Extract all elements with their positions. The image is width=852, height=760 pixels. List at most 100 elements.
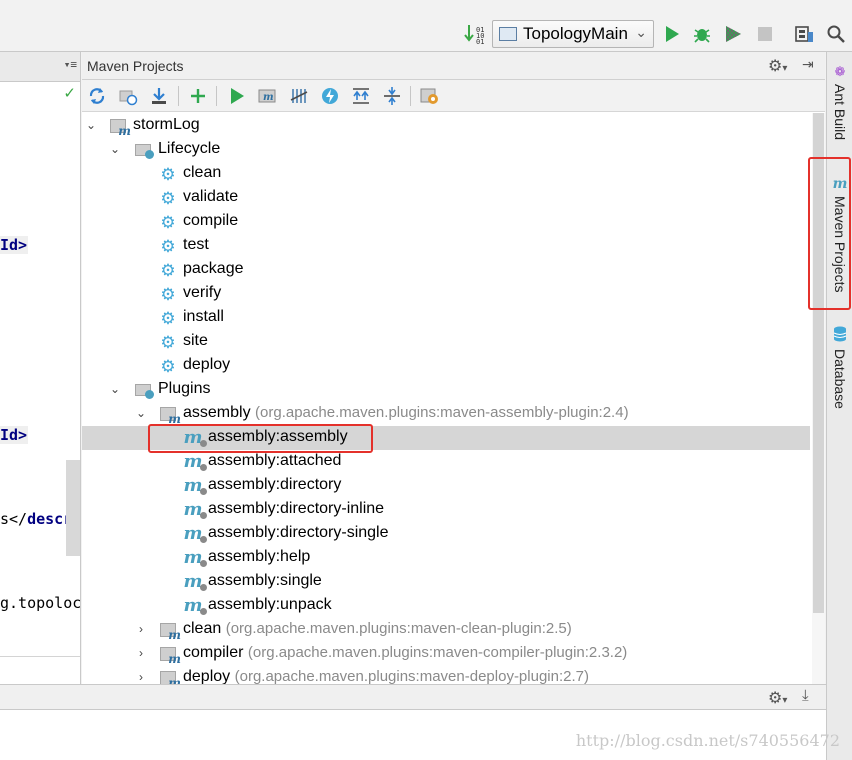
plugin-goal[interactable]: m assembly:directory-inline [82, 498, 810, 522]
ant-icon: ❁ [834, 64, 846, 79]
tab-label: Database [832, 349, 848, 409]
tree-node-plugin[interactable]: › m clean (org.apache.maven.plugins:mave… [82, 618, 810, 642]
chevron-right-icon[interactable]: › [135, 646, 147, 660]
tree-node-label: compile [183, 212, 239, 229]
svg-text:01: 01 [476, 38, 484, 45]
project-structure-icon[interactable] [792, 22, 816, 46]
gear-icon[interactable]: ⚙▾ [768, 688, 787, 708]
sort-icon[interactable]: 01 10 01 [464, 22, 488, 46]
execute-goal-icon[interactable]: m [256, 84, 280, 108]
tree-node-label: verify [183, 284, 222, 301]
code-line: s</descr [0, 510, 72, 528]
lifecycle-phase[interactable]: ⚙ test [82, 234, 810, 258]
maven-goal-icon: m [183, 453, 207, 471]
plugin-name: assembly [183, 404, 251, 421]
plugins-folder-icon [134, 381, 154, 399]
plugin-goal[interactable]: m assembly:unpack [82, 594, 810, 618]
minimize-icon[interactable]: ⤓ [802, 687, 809, 704]
divider [216, 86, 217, 106]
tree-node-project[interactable]: ⌄ m stormLog [82, 114, 810, 138]
hide-panel-icon[interactable]: ⇥ [802, 56, 814, 73]
tree-node-label: compiler (org.apache.maven.plugins:maven… [183, 644, 627, 662]
run-configuration-label: TopologyMain [523, 24, 628, 43]
gear-icon[interactable]: ⚙▾ [768, 56, 787, 76]
maven-settings-icon[interactable] [418, 84, 442, 108]
coverage-icon[interactable] [721, 22, 745, 46]
plugin-goal[interactable]: m assembly:directory [82, 474, 810, 498]
lifecycle-phase[interactable]: ⚙ compile [82, 210, 810, 234]
tree-node-label: validate [183, 188, 239, 205]
tree-node-lifecycle[interactable]: ⌄ Lifecycle [82, 138, 810, 162]
code-text: g.topoloc [0, 594, 81, 612]
tree-node-plugins[interactable]: ⌄ Plugins [82, 378, 810, 402]
tree-node-label: assembly (org.apache.maven.plugins:maven… [183, 404, 629, 422]
code-editor[interactable]: ▾≡ ✓ Id> Id> s</descr g.topoloc [0, 52, 81, 684]
tree-node-plugin[interactable]: › m compiler (org.apache.maven.plugins:m… [82, 642, 810, 666]
lifecycle-phase[interactable]: ⚙ package [82, 258, 810, 282]
plugin-goal[interactable]: m assembly:directory-single [82, 522, 810, 546]
chevron-down-icon[interactable]: ⌄ [135, 406, 147, 420]
plugin-goal[interactable]: m assembly:attached [82, 450, 810, 474]
plugin-goal[interactable]: m assembly:single [82, 570, 810, 594]
tree-node-label: stormLog [133, 116, 200, 133]
tree-node-label: clean (org.apache.maven.plugins:maven-cl… [183, 620, 572, 638]
tab-list-menu-icon[interactable]: ▾≡ [64, 58, 77, 71]
plugin-goal[interactable]: m assembly:help [82, 546, 810, 570]
collapse-all-icon[interactable] [349, 84, 373, 108]
tree-node-label: clean [183, 164, 222, 181]
plugin-coordinates: (org.apache.maven.plugins:maven-assembly… [255, 404, 629, 421]
skip-tests-icon[interactable] [318, 84, 342, 108]
gear-icon: ⚙ [160, 332, 176, 352]
expand-all-icon[interactable] [380, 84, 404, 108]
tab-database[interactable]: Database [829, 326, 851, 409]
chevron-right-icon[interactable]: › [135, 670, 147, 684]
maven-goal-icon: m [183, 501, 207, 519]
editor-tab-bar: ▾≡ [0, 52, 80, 82]
stop-icon[interactable] [753, 22, 777, 46]
chevron-right-icon[interactable]: › [135, 622, 147, 636]
reimport-icon[interactable] [85, 84, 109, 108]
tree-node-label: assembly:directory-single [208, 524, 389, 541]
add-icon[interactable] [186, 84, 210, 108]
run-configuration-select[interactable]: TopologyMain ⌄ [492, 20, 654, 48]
lifecycle-phase[interactable]: ⚙ install [82, 306, 810, 330]
tree-node-label: deploy [183, 356, 231, 373]
maven-goal-icon: m [183, 477, 207, 495]
maven-project-icon: m [109, 117, 131, 138]
maven-projects-panel: Maven Projects ⚙▾ ⇥ m ⌄ m stormLog ⌄ Lif… [82, 52, 825, 684]
run-icon[interactable] [660, 22, 684, 46]
plugin-icon: m [159, 405, 181, 426]
tab-ant-build[interactable]: ❁ Ant Build [829, 64, 851, 140]
download-icon[interactable] [147, 84, 171, 108]
run-goal-icon[interactable] [225, 84, 249, 108]
code-line: g.topoloc [0, 594, 81, 612]
divider [410, 86, 411, 106]
lifecycle-phase[interactable]: ⚙ verify [82, 282, 810, 306]
maven-tab-highlight [808, 157, 851, 310]
tree-node-plugin[interactable]: ⌄ m assembly (org.apache.maven.plugins:m… [82, 402, 810, 426]
tree-node-label: Plugins [158, 380, 211, 397]
lifecycle-phase[interactable]: ⚙ validate [82, 186, 810, 210]
code-line: Id> [0, 236, 28, 254]
svg-text:m: m [263, 92, 274, 103]
plugin-coordinates: (org.apache.maven.plugins:maven-compiler… [247, 644, 628, 661]
debug-icon[interactable] [690, 22, 714, 46]
selected-goal-highlight [148, 424, 373, 453]
maven-goal-icon: m [183, 525, 207, 543]
generate-sources-icon[interactable] [116, 84, 140, 108]
lifecycle-phase[interactable]: ⚙ site [82, 330, 810, 354]
maven-toolbar: m [82, 80, 825, 112]
toggle-offline-icon[interactable] [287, 84, 311, 108]
search-icon[interactable] [824, 22, 848, 46]
tree-node-label: assembly:attached [208, 452, 342, 469]
plugin-icon: m [159, 645, 181, 666]
gear-icon: ⚙ [160, 356, 176, 376]
tree-node-label: Lifecycle [158, 140, 221, 157]
chevron-down-icon[interactable]: ⌄ [85, 118, 97, 132]
lifecycle-phase[interactable]: ⚙ clean [82, 162, 810, 186]
chevron-down-icon[interactable]: ⌄ [109, 142, 121, 156]
chevron-down-icon[interactable]: ⌄ [109, 382, 121, 396]
tree-node-plugin[interactable]: › m deploy (org.apache.maven.plugins:mav… [82, 666, 810, 684]
editor-scrollbar[interactable] [66, 460, 80, 556]
lifecycle-phase[interactable]: ⚙ deploy [82, 354, 810, 378]
